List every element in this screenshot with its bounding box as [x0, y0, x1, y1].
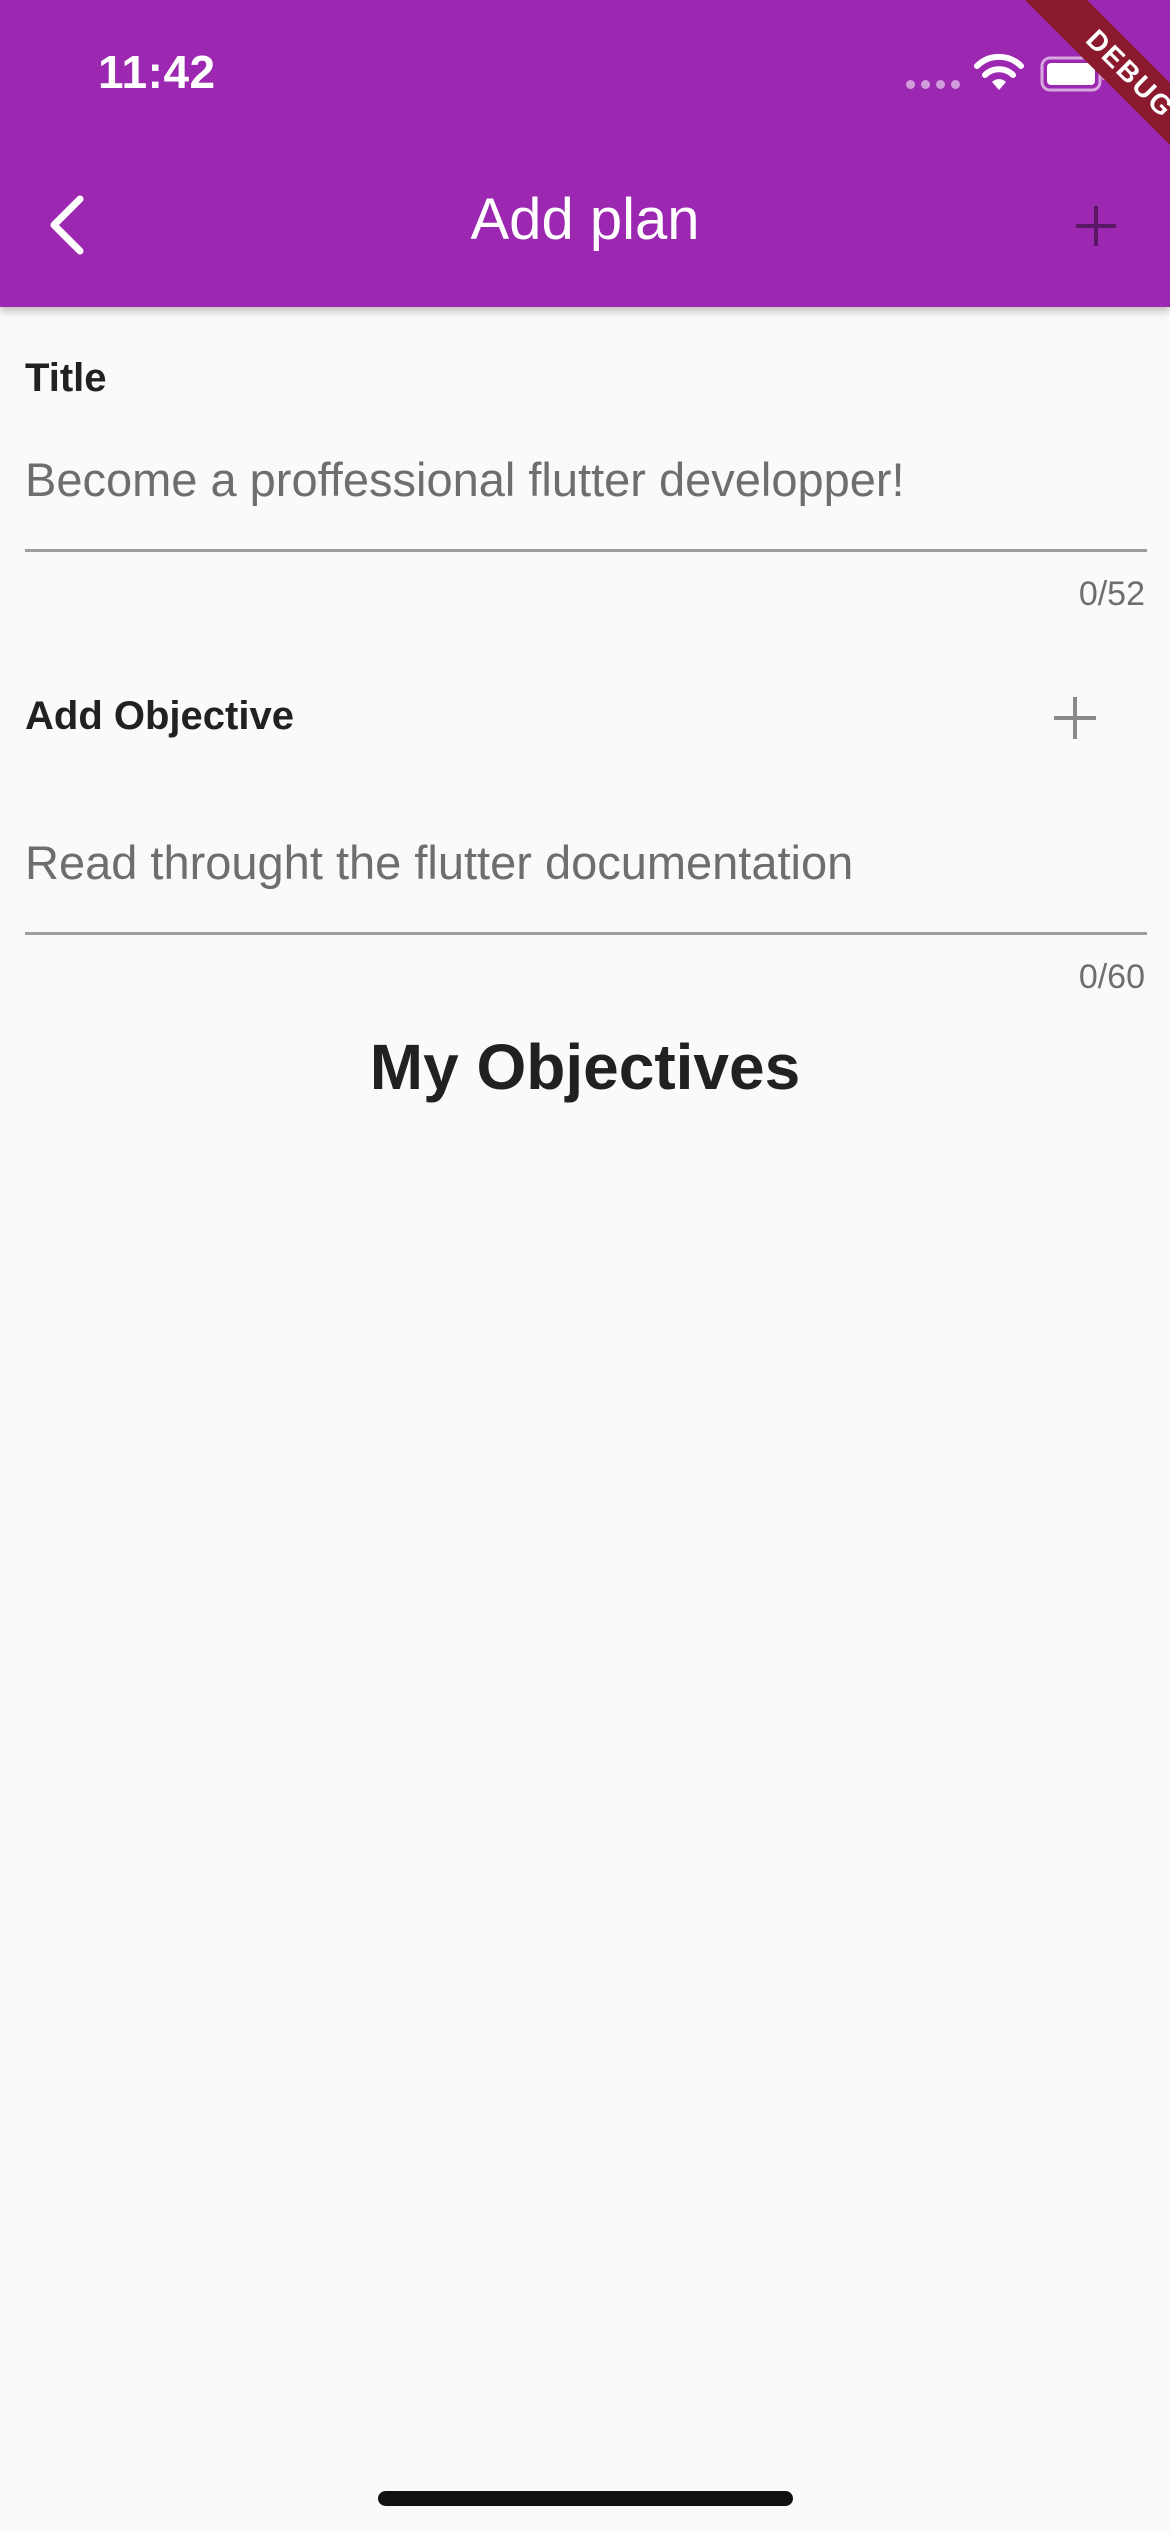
page-title: Add plan [470, 187, 700, 252]
objectives-heading: My Objectives [369, 1031, 801, 1103]
objective-input-underline [25, 932, 1147, 935]
add-objective-button[interactable] [1040, 683, 1110, 753]
title-char-counter: 0/52 [1078, 575, 1145, 613]
app-bar: 11:42 DEBUG Add plan [0, 0, 1170, 307]
objective-input[interactable] [25, 831, 1145, 893]
title-input-underline [25, 549, 1147, 552]
status-time: 11:42 [98, 46, 216, 98]
title-input[interactable] [25, 448, 1145, 510]
debug-banner: DEBUG [1001, 0, 1170, 203]
plus-icon [1054, 697, 1096, 739]
cellular-signal-icon [906, 80, 960, 89]
plus-icon [1076, 206, 1116, 246]
add-plan-button[interactable] [1060, 190, 1132, 262]
add-objective-label: Add Objective [25, 694, 294, 738]
wifi-icon [974, 53, 1024, 90]
home-indicator [378, 2491, 793, 2506]
objective-char-counter: 0/60 [1078, 958, 1145, 996]
objectives-list [0, 1130, 1170, 2430]
title-label: Title [25, 356, 107, 400]
